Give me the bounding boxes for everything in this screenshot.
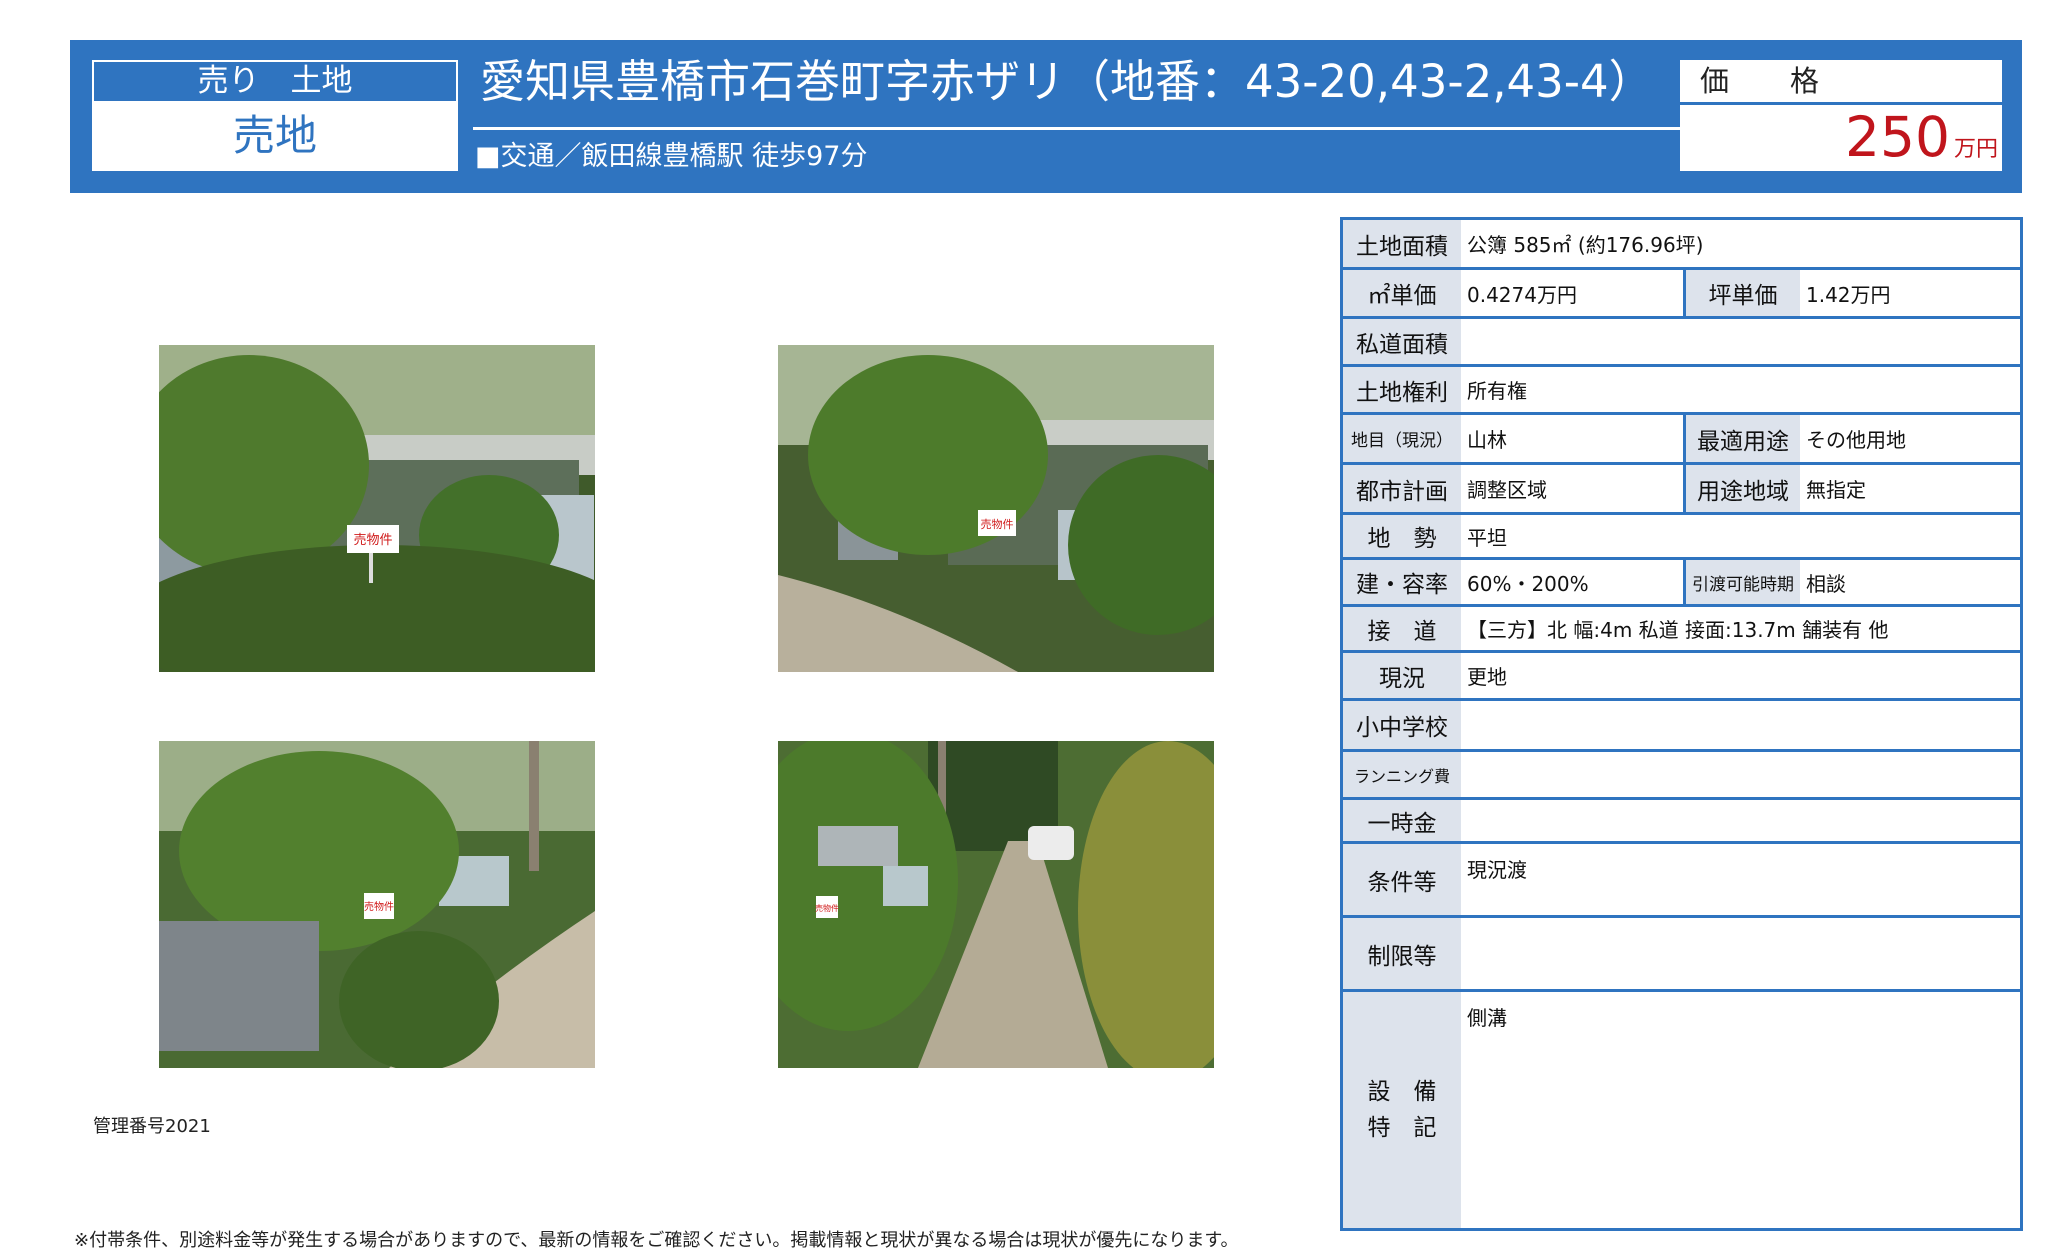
- price-value: 250: [1845, 105, 1950, 169]
- running-cost-value: [1461, 752, 2020, 797]
- running-cost-label: ランニング費: [1343, 752, 1461, 797]
- footnote: ※付帯条件、別途料金等が発生する場合がありますので、最新の情報をご確認ください。…: [74, 1230, 1239, 1251]
- land-category-label: 地目（現況）: [1343, 415, 1461, 462]
- listing-header: 売り 土地 売地 愛知県豊橋市石巻町字赤ザリ（地番：43-20,43-2,43-…: [70, 40, 2022, 193]
- terrain-value: 平坦: [1467, 525, 1507, 550]
- row-coverage: 建・容率 60%・200% 引渡可能時期 相談: [1343, 560, 2020, 607]
- land-category-value: 山林: [1467, 428, 1507, 452]
- restrictions-label: 制限等: [1343, 918, 1461, 989]
- price-label: 価 格: [1700, 64, 1836, 98]
- road-access-label: 接 道: [1343, 607, 1461, 650]
- land-area-value: 公簿 585㎡ (約176.96坪): [1467, 233, 1704, 257]
- price-unit: 万円: [1953, 137, 1998, 162]
- row-private-road: 私道面積: [1343, 319, 2020, 367]
- price-box: 価 格 250 万円: [1680, 60, 2002, 171]
- row-current-status: 現況 更地: [1343, 653, 2020, 701]
- land-photo-4: 売物件: [778, 741, 1214, 1068]
- tsubo-price-value: 1.42万円: [1806, 282, 1891, 307]
- price-label-row: 価 格: [1680, 60, 2002, 105]
- tsubo-price-label: 坪単価: [1683, 270, 1800, 316]
- property-title: 愛知県豊橋市石巻町字赤ザリ（地番：43-20,43-2,43-4）: [480, 55, 1654, 108]
- title-divider: [473, 127, 1735, 130]
- private-road-label: 私道面積: [1343, 319, 1461, 364]
- facilities-label-line2: 特 記: [1367, 1115, 1437, 1141]
- sale-sign-1: 売物件: [353, 532, 392, 548]
- private-road-value: [1461, 319, 2020, 364]
- coverage-value: 60%・200%: [1467, 571, 1589, 596]
- land-photo-1: 売物件: [159, 345, 595, 672]
- terrain-label: 地 勢: [1343, 515, 1461, 557]
- zoning-label: 用途地域: [1683, 465, 1800, 512]
- sale-sign-3: 売物件: [364, 900, 394, 913]
- price-value-row: 250 万円: [1845, 105, 1998, 169]
- row-city-planning: 都市計画 調整区域 用途地域 無指定: [1343, 465, 2020, 515]
- row-road-access: 接 道 【三方】北 幅:4m 私道 接面:13.7m 舗装有 他: [1343, 607, 2020, 653]
- lump-sum-value: [1461, 800, 2020, 841]
- row-land-rights: 土地権利 所有権: [1343, 367, 2020, 415]
- row-running-cost: ランニング費: [1343, 752, 2020, 800]
- best-use-value: その他用地: [1806, 428, 1906, 452]
- city-planning-value: 調整区域: [1467, 478, 1547, 502]
- handover-label: 引渡可能時期: [1683, 560, 1800, 604]
- land-rights-value: 所有権: [1467, 379, 1527, 403]
- facilities-label: 設 備 特 記: [1343, 992, 1461, 1228]
- category-name: 売地: [232, 111, 317, 160]
- sale-sign-2: 売物件: [981, 517, 1014, 531]
- row-schools: 小中学校: [1343, 701, 2020, 752]
- land-rights-label: 土地権利: [1343, 367, 1461, 412]
- road-access-value: 【三方】北 幅:4m 私道 接面:13.7m 舗装有 他: [1467, 618, 1889, 642]
- handover-value: 相談: [1806, 571, 1846, 596]
- zoning-value: 無指定: [1806, 478, 1866, 502]
- restrictions-value: [1461, 918, 2020, 989]
- row-facilities: 設 備 特 記 側溝: [1343, 992, 2020, 1228]
- row-lump-sum: 一時金: [1343, 800, 2020, 844]
- best-use-label: 最適用途: [1683, 415, 1800, 462]
- land-area-label: 土地面積: [1343, 220, 1461, 267]
- current-status-label: 現況: [1343, 653, 1461, 698]
- row-land-area: 土地面積 公簿 585㎡ (約176.96坪): [1343, 220, 2020, 270]
- category-box: 売り 土地 売地: [92, 60, 458, 171]
- sale-sign-4: 売物件: [815, 903, 839, 913]
- row-unit-price: ㎡単価 0.4274万円 坪単価 1.42万円: [1343, 270, 2020, 319]
- facilities-value: 側溝: [1467, 1006, 1507, 1030]
- row-conditions: 条件等 現況渡: [1343, 844, 2020, 918]
- current-status-value: 更地: [1467, 665, 1507, 689]
- row-land-category: 地目（現況） 山林 最適用途 その他用地: [1343, 415, 2020, 465]
- facilities-label-line1: 設 備: [1367, 1079, 1437, 1105]
- spec-table: 土地面積 公簿 585㎡ (約176.96坪) ㎡単価 0.4274万円 坪単価…: [1340, 217, 2023, 1231]
- schools-label: 小中学校: [1343, 701, 1461, 749]
- land-photo-2: 売物件: [778, 345, 1214, 672]
- conditions-label: 条件等: [1343, 844, 1461, 915]
- management-number: 管理番号2021: [93, 1116, 211, 1137]
- coverage-label: 建・容率: [1343, 560, 1461, 604]
- land-photo-3: 売物件: [159, 741, 595, 1068]
- city-planning-label: 都市計画: [1343, 465, 1461, 512]
- sqm-price-value: 0.4274万円: [1467, 282, 1577, 307]
- lump-sum-label: 一時金: [1343, 800, 1461, 841]
- row-terrain: 地 勢 平坦: [1343, 515, 2020, 560]
- row-restrictions: 制限等: [1343, 918, 2020, 992]
- conditions-value: 現況渡: [1467, 858, 1527, 882]
- category-type: 売り 土地: [94, 62, 456, 101]
- access-info: ■交通／飯田線豊橋駅 徒歩97分: [475, 141, 868, 172]
- sqm-price-label: ㎡単価: [1343, 270, 1461, 316]
- schools-value: [1461, 701, 2020, 749]
